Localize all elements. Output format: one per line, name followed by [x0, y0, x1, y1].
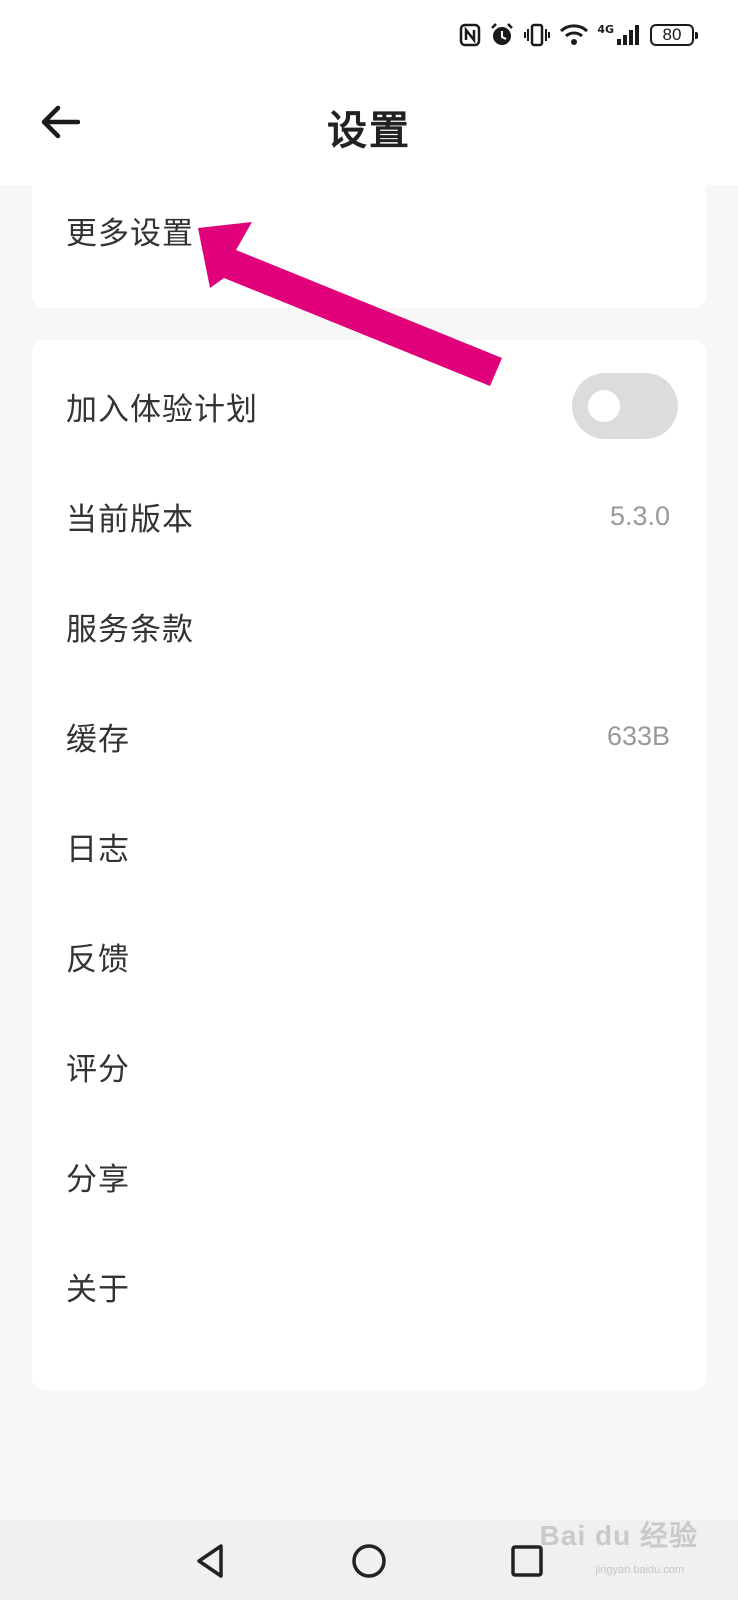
app-header: 设置 — [0, 70, 738, 185]
page-title: 设置 — [327, 108, 411, 154]
beta-program-item[interactable]: 加入体验计划 — [32, 350, 706, 462]
beta-program-toggle[interactable] — [572, 373, 678, 439]
network-type-label: 4G — [597, 22, 614, 36]
nav-back-button[interactable] — [188, 1538, 234, 1584]
rate-item[interactable]: 评分 — [32, 1010, 706, 1122]
beta-program-label: 加入体验计划 — [66, 391, 258, 428]
rate-label: 评分 — [66, 1051, 130, 1088]
current-version-item[interactable]: 当前版本 5.3.0 — [32, 460, 706, 572]
status-icons: 4G 80 — [459, 20, 698, 50]
more-settings-card: 更多设置 — [32, 180, 706, 308]
battery-icon: 80 — [650, 24, 698, 46]
alarm-icon — [489, 22, 515, 48]
feedback-item[interactable]: 反馈 — [32, 900, 706, 1012]
share-item[interactable]: 分享 — [32, 1120, 706, 1232]
current-version-value: 5.3.0 — [609, 500, 670, 531]
cache-label: 缓存 — [66, 721, 130, 758]
log-item[interactable]: 日志 — [32, 790, 706, 902]
terms-label: 服务条款 — [66, 611, 194, 648]
nav-home-button[interactable] — [346, 1538, 392, 1584]
back-triangle-icon — [197, 1544, 223, 1578]
signal-icon — [616, 23, 642, 47]
toggle-knob — [588, 390, 620, 422]
home-circle-icon — [352, 1544, 386, 1578]
cache-item[interactable]: 缓存 633B — [32, 680, 706, 792]
watermark-url: jingyan.baidu.com — [595, 1564, 684, 1576]
cache-value: 633B — [606, 720, 670, 751]
current-version-label: 当前版本 — [66, 501, 194, 538]
more-settings-label: 更多设置 — [66, 215, 194, 252]
share-label: 分享 — [66, 1161, 130, 1198]
nfc-icon — [459, 23, 481, 47]
more-settings-item[interactable]: 更多设置 — [32, 180, 706, 280]
status-bar: 4G 80 — [0, 0, 738, 70]
battery-level: 80 — [662, 25, 682, 44]
about-item[interactable]: 关于 — [32, 1230, 706, 1342]
watermark-logo: Bai du 经验 — [539, 1520, 698, 1551]
about-label: 关于 — [66, 1271, 130, 1308]
feedback-label: 反馈 — [66, 941, 130, 978]
terms-item[interactable]: 服务条款 — [32, 570, 706, 682]
vibrate-icon — [523, 23, 551, 47]
wifi-icon — [559, 23, 589, 47]
settings-list-card: 加入体验计划 当前版本 5.3.0 服务条款 缓存 633B 日志 反馈 评分 … — [32, 340, 706, 1390]
log-label: 日志 — [66, 831, 130, 868]
